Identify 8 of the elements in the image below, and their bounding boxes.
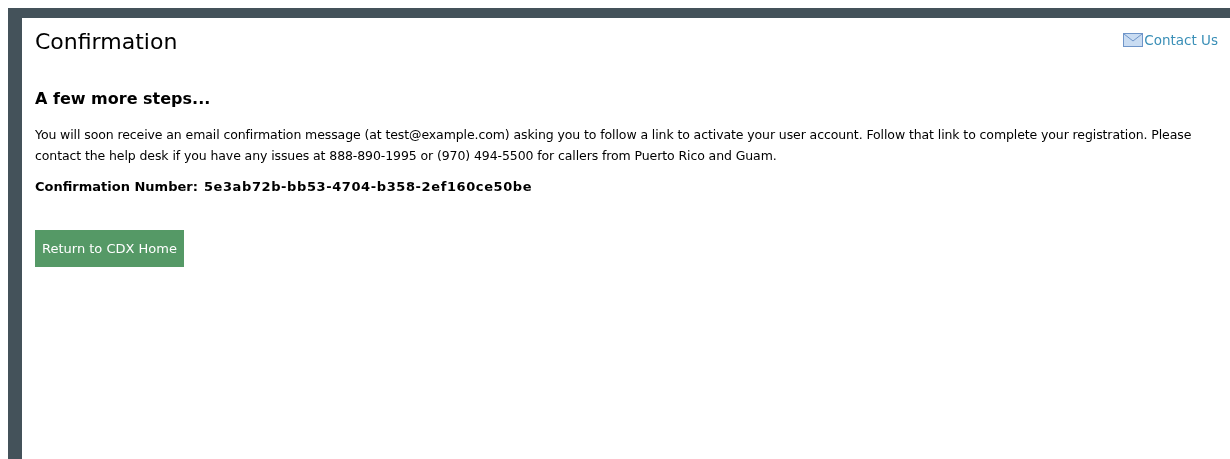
confirmation-number: 5e3ab72b-bb53-4704-b358-2ef160ce50be xyxy=(203,179,533,194)
page-title: Confirmation xyxy=(35,28,178,56)
return-home-button[interactable]: Return to CDX Home xyxy=(35,230,184,267)
confirmation-message: You will soon receive an email confirmation message (at test@example.com) asking you to follow a link to activate your user account. Follow that link to complete your registration. Please contact the help desk if you have any issues at 888-890-1995 or (970) 494-5500 for callers from Puerto Rico and Guam. xyxy=(35,126,1193,165)
envelope-icon xyxy=(1123,33,1144,47)
contact-link[interactable]: Contact Us xyxy=(1123,32,1218,48)
confirmation-label: Confirmation Number: xyxy=(35,179,198,194)
section-heading: A few more steps... xyxy=(35,88,212,110)
